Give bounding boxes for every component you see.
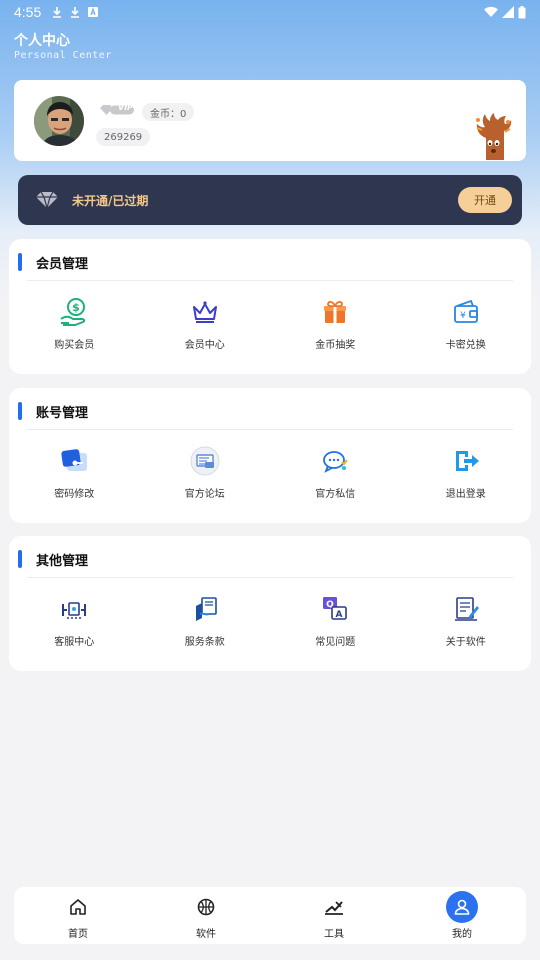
battery-icon	[518, 5, 526, 18]
bottom-tab-bar: 首页 软件 工具 我的	[14, 887, 526, 944]
tab-label: 我的	[452, 929, 472, 940]
svg-text:¥: ¥	[460, 311, 466, 321]
avatar[interactable]	[34, 96, 84, 146]
crown-icon	[190, 297, 220, 327]
grid-item-coin-lottery[interactable]: 金币抽奖	[270, 297, 401, 351]
grid-label: 卡密兑换	[445, 340, 486, 351]
section-accent-bar	[18, 402, 22, 420]
support-icon	[59, 594, 89, 624]
grid-label: 密码修改	[54, 489, 95, 500]
profile-card[interactable]: VIP 金币：0 269269	[14, 80, 526, 161]
home-icon	[62, 891, 94, 923]
app-notification-icon	[88, 7, 99, 17]
tab-mine[interactable]: 我的	[398, 887, 526, 944]
svg-text:A: A	[336, 610, 343, 620]
page-title: 个人中心	[14, 33, 70, 49]
grid-label: 服务条款	[184, 637, 225, 648]
section-membership: 会员管理 $ 购买会员 会员中心 金币抽奖 ¥ 卡密兑换	[9, 239, 531, 374]
about-icon	[451, 594, 481, 624]
tab-label: 工具	[324, 929, 344, 940]
grid-item-customer-service[interactable]: 客服中心	[9, 594, 140, 648]
page-subtitle: Personal Center	[14, 50, 112, 61]
section-other: 其他管理 客服中心 服务条款 Q A 常见问题 关于软件	[9, 536, 531, 671]
status-bar: 4:55	[0, 0, 540, 24]
grid-label: 购买会员	[54, 340, 95, 351]
gift-icon	[320, 297, 350, 327]
user-icon	[446, 891, 478, 923]
divider	[27, 280, 513, 281]
coin-balance: 金币：0	[142, 103, 195, 121]
grid-label: 客服中心	[54, 637, 95, 648]
wifi-icon	[484, 6, 498, 17]
grid-label: 金币抽奖	[315, 340, 356, 351]
grid-item-faq[interactable]: Q A 常见问题	[270, 594, 401, 648]
grid-label: 常见问题	[315, 637, 356, 648]
tab-software[interactable]: 软件	[142, 887, 270, 944]
section-title: 其他管理	[36, 554, 89, 569]
section-accent-bar	[18, 550, 22, 568]
tab-label: 软件	[196, 929, 216, 940]
status-time: 4:55	[14, 4, 42, 20]
grid-item-logout[interactable]: 退出登录	[401, 446, 532, 500]
grid-item-terms[interactable]: 服务条款	[140, 594, 271, 648]
grid-item-official-message[interactable]: 官方私信	[270, 446, 401, 500]
grid-item-vip-center[interactable]: 会员中心	[140, 297, 271, 351]
chat-icon	[320, 446, 350, 476]
basketball-icon	[190, 891, 222, 923]
tools-icon	[318, 891, 350, 923]
section-title: 会员管理	[36, 257, 89, 272]
tab-home[interactable]: 首页	[14, 887, 142, 944]
grid-label: 官方论坛	[184, 489, 225, 500]
grid-label: 会员中心	[184, 340, 225, 351]
grid-item-change-password[interactable]: 密码修改	[9, 446, 140, 500]
svg-text:$: $	[72, 301, 80, 314]
divider	[27, 577, 513, 578]
forum-icon	[190, 446, 220, 476]
grid-label: 退出登录	[445, 489, 486, 500]
tree-mascot-icon	[472, 110, 514, 164]
grid-item-card-redeem[interactable]: ¥ 卡密兑换	[401, 297, 532, 351]
faq-icon: Q A	[320, 594, 350, 624]
open-vip-button[interactable]: 开通	[458, 187, 512, 213]
terms-icon	[190, 594, 220, 624]
user-id: 269269	[96, 128, 151, 146]
grid-label: 关于软件	[445, 637, 486, 648]
avatar-image	[34, 96, 84, 146]
grid-item-official-forum[interactable]: 官方论坛	[140, 446, 271, 500]
download-icon	[71, 7, 80, 18]
download-icon	[53, 7, 62, 18]
signal-icon	[502, 6, 514, 18]
grid-item-buy-vip[interactable]: $ 购买会员	[9, 297, 140, 351]
section-account: 账号管理 密码修改 官方论坛 官方私信 退出登录	[9, 388, 531, 523]
tab-label: 首页	[68, 929, 88, 940]
grid-label: 官方私信	[315, 489, 356, 500]
tab-tools[interactable]: 工具	[270, 887, 398, 944]
vip-status-banner: 未开通/已过期 开通	[18, 175, 522, 225]
divider	[27, 429, 513, 430]
wallet-icon: ¥	[451, 297, 481, 327]
section-accent-bar	[18, 253, 22, 271]
buy-vip-icon: $	[59, 297, 89, 327]
key-card-icon	[59, 446, 89, 476]
vip-status-text: 未开通/已过期	[72, 193, 149, 208]
section-title: 账号管理	[36, 406, 89, 421]
vip-label: VIP	[118, 103, 134, 112]
vip-badge: VIP	[100, 103, 134, 116]
logout-icon	[451, 446, 481, 476]
diamond-icon	[36, 191, 58, 209]
grid-item-about[interactable]: 关于软件	[401, 594, 532, 648]
